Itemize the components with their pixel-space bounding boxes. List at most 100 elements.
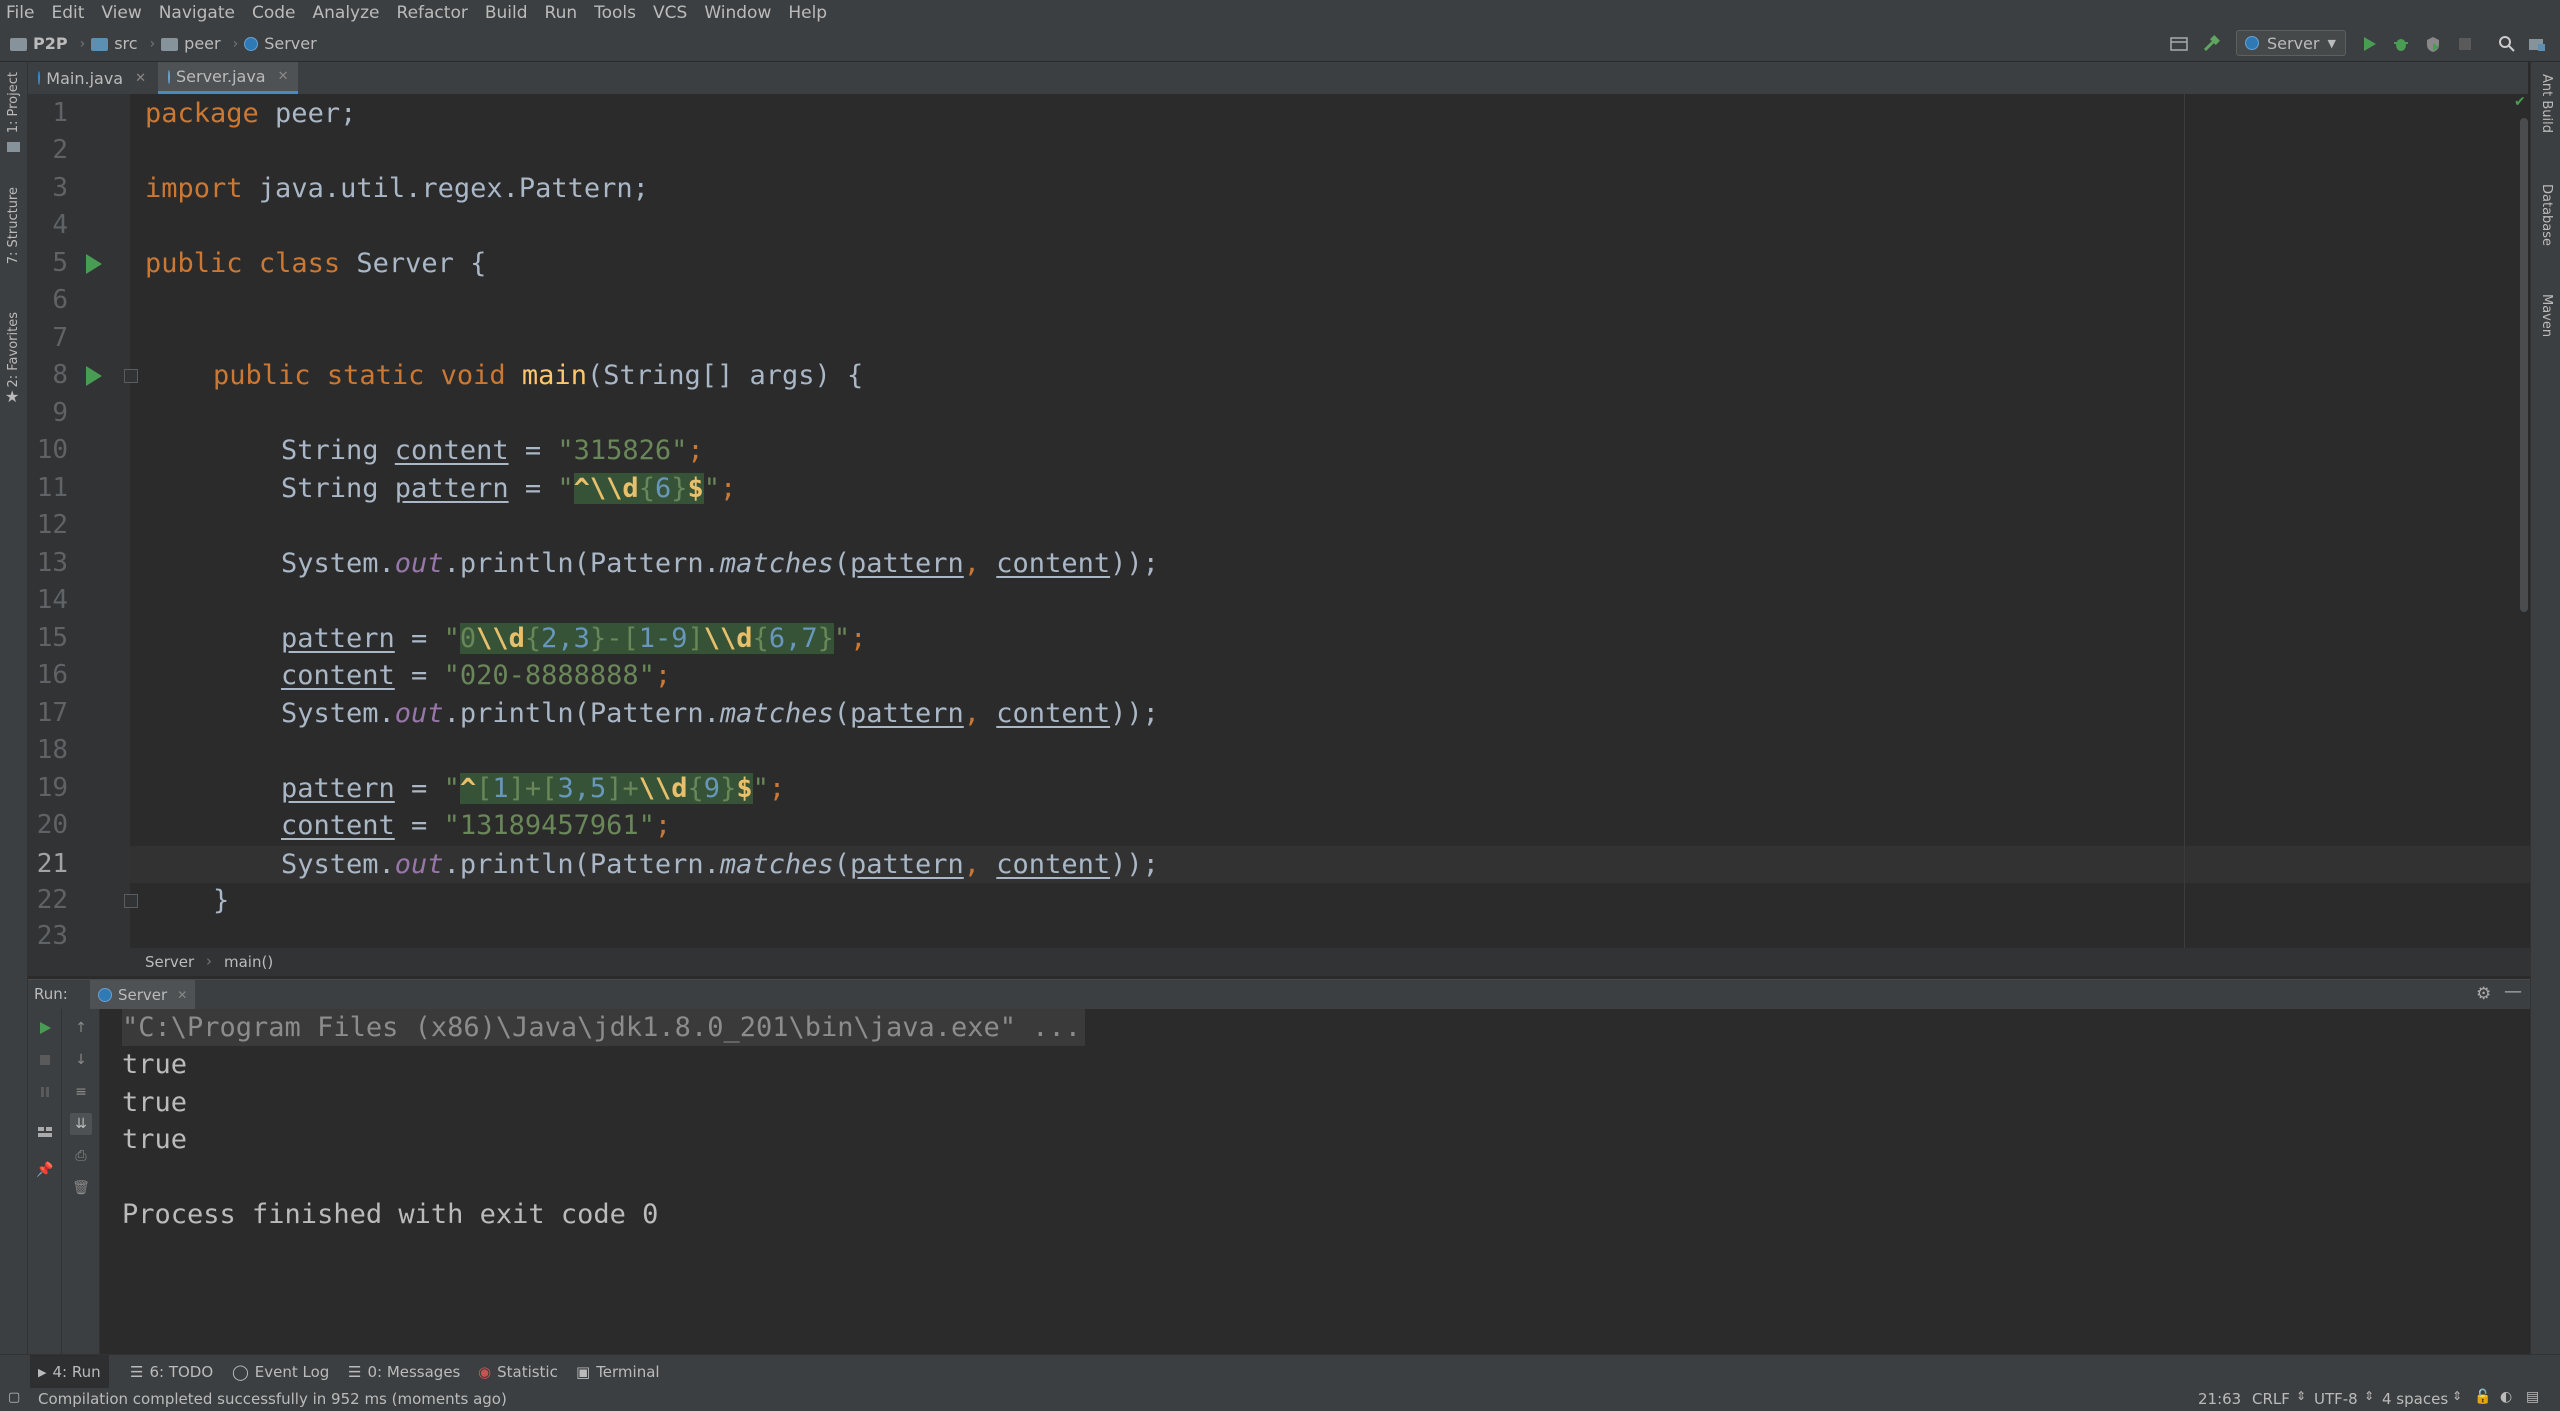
menu-navigate[interactable]: Navigate	[151, 0, 244, 26]
menu-code[interactable]: Code	[244, 0, 305, 26]
coverage-icon[interactable]	[2422, 33, 2444, 55]
pause-icon[interactable]	[36, 1083, 54, 1101]
minimize-icon[interactable]: —	[2504, 981, 2522, 1002]
tab-server-java[interactable]: Server.java ✕	[158, 62, 298, 94]
bottom-tool-bar: ▶ 4: Run ☰ 6: TODO ◯ Event Log ☰ 0: Mess…	[0, 1354, 2560, 1389]
breadcrumb-project[interactable]: P2P	[33, 26, 68, 62]
event-icon[interactable]: ▤	[2526, 1389, 2539, 1405]
regex-token: {	[524, 623, 542, 654]
file-encoding[interactable]: UTF-8	[2314, 1390, 2358, 1408]
code-line: String pattern = "^\\d{6}$";	[281, 470, 736, 507]
gear-icon[interactable]: ⚙	[2476, 984, 2491, 1004]
debug-icon[interactable]	[2390, 33, 2412, 55]
project-panel-toggle[interactable]: 1: Project	[6, 72, 21, 133]
code-text: .println(Pattern.	[443, 548, 720, 579]
run-tab-label: Server	[118, 985, 168, 1004]
regex-token: $	[736, 773, 753, 804]
line-separator[interactable]: CRLF	[2252, 1390, 2290, 1408]
run-configuration-select[interactable]: Server ▼	[2236, 30, 2346, 56]
menu-help[interactable]: Help	[780, 0, 836, 26]
up-arrow-icon[interactable]: ↑	[72, 1019, 90, 1037]
menu-edit[interactable]: Edit	[43, 0, 93, 26]
code-line: content = "13189457961";	[281, 807, 671, 844]
line-number: 21	[36, 849, 68, 879]
package-folder-icon	[161, 37, 179, 51]
run-gutter-icon[interactable]	[86, 254, 102, 274]
tab-label: Main.java	[46, 68, 124, 88]
tool-terminal[interactable]: ▣ Terminal	[576, 1355, 660, 1389]
project-structure-icon[interactable]	[2526, 33, 2548, 55]
regex-token: }	[817, 623, 834, 654]
line-number: 10	[36, 435, 68, 465]
close-icon[interactable]: ✕	[278, 69, 289, 84]
menu-analyze[interactable]: Analyze	[305, 0, 389, 26]
indent-setting[interactable]: 4 spaces	[2382, 1390, 2448, 1408]
build-hammer-icon[interactable]	[2200, 33, 2222, 55]
breadcrumb-file[interactable]: Server	[264, 26, 316, 62]
inspector-icon[interactable]: ◐	[2500, 1389, 2512, 1405]
code-text: ,	[963, 849, 997, 880]
regex-token: -	[606, 623, 623, 654]
ant-build-panel-toggle[interactable]: Ant Build	[2539, 74, 2554, 133]
tool-todo[interactable]: ☰ 6: TODO	[130, 1355, 213, 1389]
fold-marker-icon[interactable]	[124, 369, 138, 383]
line-number: 5	[52, 248, 68, 278]
stop-icon[interactable]	[2454, 33, 2476, 55]
run-icon[interactable]	[2358, 33, 2380, 55]
tab-main-java[interactable]: Main.java ✕	[28, 62, 156, 94]
tool-statistic[interactable]: ◉ Statistic	[478, 1355, 558, 1389]
code-text: String	[281, 473, 395, 504]
rerun-icon[interactable]	[36, 1019, 54, 1037]
code-text: (String[] args) {	[586, 360, 864, 391]
stop-icon[interactable]	[36, 1051, 54, 1069]
search-icon[interactable]	[2496, 33, 2518, 55]
run-gutter-icon[interactable]	[86, 366, 102, 386]
soft-wrap-icon[interactable]: ≡	[72, 1083, 90, 1101]
menu-view[interactable]: View	[93, 0, 150, 26]
run-tab-server[interactable]: Server ✕	[90, 980, 196, 1009]
console-output[interactable]: "C:\Program Files (x86)\Java\jdk1.8.0_20…	[100, 1009, 2530, 1354]
menu-tools[interactable]: Tools	[586, 0, 645, 26]
keyword: class	[258, 248, 341, 279]
breadcrumb-src[interactable]: src	[114, 26, 137, 62]
string-literal: "	[443, 623, 460, 654]
close-icon[interactable]: ✕	[135, 71, 146, 86]
structure-panel-toggle[interactable]: 7: Structure	[6, 187, 21, 264]
layout-icon[interactable]	[2168, 33, 2190, 55]
caret-position[interactable]: 21:63	[2198, 1390, 2241, 1408]
tool-run[interactable]: ▶ 4: Run	[30, 1355, 109, 1389]
tool-event-log[interactable]: ◯ Event Log	[232, 1355, 329, 1389]
fold-marker-icon[interactable]	[124, 894, 138, 908]
menu-window[interactable]: Window	[696, 0, 780, 26]
pin-icon[interactable]: 📌	[36, 1161, 54, 1179]
regex-token: 0	[459, 623, 477, 654]
print-icon[interactable]: ⎙	[72, 1147, 90, 1165]
java-class-icon	[38, 71, 41, 85]
menu-run[interactable]: Run	[537, 0, 587, 26]
regex-token: }	[671, 473, 688, 504]
menu-build[interactable]: Build	[477, 0, 537, 26]
layout-icon[interactable]	[36, 1123, 54, 1141]
status-message[interactable]: Compilation completed successfully in 95…	[38, 1390, 507, 1408]
lock-icon[interactable]: 🔓	[2474, 1389, 2491, 1405]
scroll-to-end-icon[interactable]: ⇊	[70, 1113, 92, 1135]
menu-file[interactable]: File	[0, 0, 43, 26]
statistic-icon: ◉	[478, 1363, 492, 1381]
crumb-class[interactable]: Server	[145, 953, 194, 971]
close-icon[interactable]: ✕	[177, 988, 187, 1002]
code-line: System.out.println(Pattern.matches(patte…	[281, 695, 1159, 732]
menu-refactor[interactable]: Refactor	[389, 0, 477, 26]
variable: content	[281, 810, 395, 841]
menu-vcs[interactable]: VCS	[645, 0, 696, 26]
variable: content	[281, 660, 395, 691]
editor-scrollbar[interactable]	[2520, 118, 2528, 612]
breadcrumb-peer[interactable]: peer	[184, 26, 220, 62]
keyword: static	[326, 360, 425, 391]
tool-messages[interactable]: ☰ 0: Messages	[348, 1355, 460, 1389]
trash-icon[interactable]: 🗑	[72, 1179, 90, 1197]
favorites-panel-toggle[interactable]: 2: Favorites	[6, 312, 21, 388]
down-arrow-icon[interactable]: ↓	[72, 1051, 90, 1069]
crumb-method[interactable]: main()	[224, 953, 273, 971]
maven-panel-toggle[interactable]: Maven	[2539, 294, 2554, 337]
database-panel-toggle[interactable]: Database	[2539, 184, 2554, 246]
